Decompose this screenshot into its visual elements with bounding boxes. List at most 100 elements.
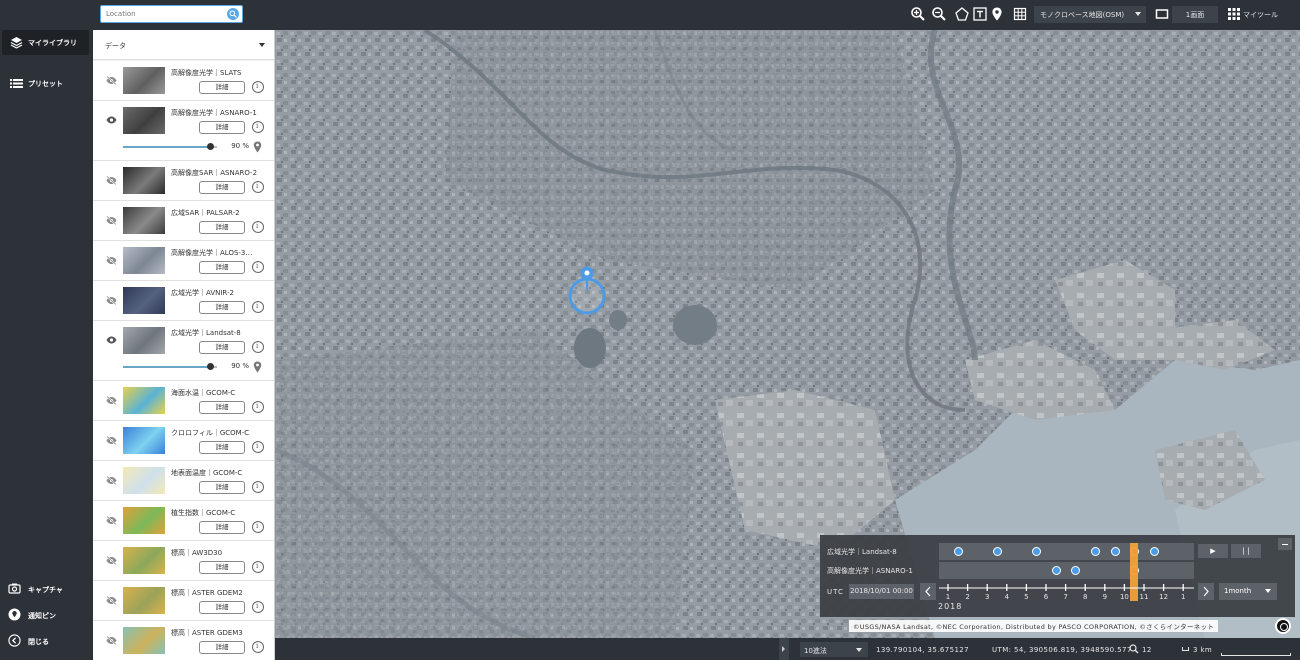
location-pin-icon[interactable] [253,141,262,155]
coordinate-format-select[interactable]: 10進法 [800,642,868,657]
visibility-off-icon[interactable] [106,215,117,227]
timeline-track[interactable] [939,562,1194,579]
dataset-row[interactable]: 地表面温度｜GCOM-C 詳細 [93,461,274,501]
timeline-axis[interactable]: 1 2 3 4 5 6 7 8 9 10 11 12 1 [939,583,1194,601]
detail-button[interactable]: 詳細 [199,481,245,494]
dataset-row[interactable]: 植生指数｜GCOM-C 詳細 [93,501,274,541]
info-icon[interactable] [252,121,264,133]
acquisition-marker[interactable] [1111,547,1120,556]
visibility-off-icon[interactable] [106,395,117,407]
info-icon[interactable] [252,561,264,573]
datetime-field[interactable]: 2018/10/01 00:00 [849,584,914,599]
timeline-track[interactable] [939,543,1194,560]
data-dropdown[interactable]: データ [93,30,274,60]
detail-button[interactable]: 詳細 [199,601,245,614]
acquisition-marker[interactable] [1150,547,1159,556]
acquisition-marker[interactable] [954,547,963,556]
visibility-on-icon[interactable] [106,116,117,126]
dataset-row[interactable]: 高解像度光学｜ALOS-3… 詳細 [93,241,274,281]
opacity-slider[interactable] [123,143,217,150]
visibility-off-icon[interactable] [106,295,117,307]
detail-button[interactable]: 詳細 [199,561,245,574]
single-screen-icon[interactable] [1154,6,1170,22]
info-icon[interactable] [252,81,264,93]
detail-button[interactable]: 詳細 [199,521,245,534]
time-range-select[interactable]: 1month [1219,583,1277,600]
visibility-off-icon[interactable] [106,475,117,487]
acquisition-marker[interactable] [1071,566,1080,575]
visibility-off-icon[interactable] [106,595,117,607]
nav-my-library[interactable]: マイライブラリ [2,30,89,55]
detail-button[interactable]: 詳細 [199,221,245,234]
info-icon[interactable] [252,341,264,353]
dataset-row[interactable]: 広域光学｜AVNIR-2 詳細 [93,281,274,321]
info-icon[interactable] [252,261,264,273]
acquisition-marker[interactable] [1091,547,1100,556]
detail-button[interactable]: 詳細 [199,341,245,354]
dataset-row[interactable]: 広域光学｜Landsat-8 詳細 90 % [93,321,274,381]
detail-button[interactable]: 詳細 [199,401,245,414]
info-icon[interactable] [252,601,264,613]
play-button[interactable]: ▶ [1198,544,1228,558]
info-icon[interactable] [252,221,264,233]
polygon-draw-icon[interactable] [954,6,970,22]
dataset-row[interactable]: 高解像度SAR｜ASNARO-2 詳細 [93,161,274,201]
slider-handle[interactable] [207,143,214,150]
nav-preset[interactable]: プリセット [2,71,89,96]
mytools-menu[interactable]: マイツール [1243,10,1278,20]
notification-pin-icon [8,608,21,623]
timeline-prev-button[interactable] [920,583,936,600]
zoom-in-icon[interactable] [910,6,926,22]
dataset-row[interactable]: クロロフィル｜GCOM-C 詳細 [93,421,274,461]
basemap-select[interactable]: モノクロベース地図(OSM) [1034,6,1146,23]
opacity-slider[interactable] [123,363,217,370]
text-tool-icon[interactable] [972,6,988,22]
info-icon[interactable] [252,481,264,493]
search-icon[interactable] [227,8,239,20]
dataset-name: 高解像度光学｜ASNARO-1 [171,109,257,117]
info-icon[interactable] [252,181,264,193]
detail-button[interactable]: 詳細 [199,261,245,274]
zoom-out-icon[interactable] [931,6,947,22]
visibility-off-icon[interactable] [106,75,117,87]
detail-button[interactable]: 詳細 [199,81,245,94]
pause-button[interactable]: | | [1231,544,1261,558]
visibility-off-icon[interactable] [106,255,117,267]
info-icon[interactable] [252,441,264,453]
detail-button[interactable]: 詳細 [199,441,245,454]
statusbar-toggle-button[interactable] [779,638,789,660]
visibility-off-icon[interactable] [106,555,117,567]
search-input[interactable] [106,8,226,20]
visibility-off-icon[interactable] [106,515,117,527]
grid-icon[interactable] [1012,6,1028,22]
visibility-off-icon[interactable] [106,635,117,647]
dataset-row[interactable]: 広域SAR｜PALSAR-2 詳細 [93,201,274,241]
visibility-off-icon[interactable] [106,175,117,187]
visibility-off-icon[interactable] [106,435,117,447]
visibility-on-icon[interactable] [106,336,117,346]
info-icon[interactable] [252,301,264,313]
dataset-row[interactable]: 高解像度光学｜SLATS 詳細 [93,61,274,101]
acquisition-marker[interactable] [993,547,1002,556]
location-pin-icon[interactable] [253,361,262,375]
info-icon[interactable] [252,401,264,413]
map-pin-icon[interactable] [989,6,1005,22]
apps-grid-icon[interactable] [1226,6,1242,22]
location-search[interactable] [100,5,243,23]
detail-button[interactable]: 詳細 [199,181,245,194]
dataset-row[interactable]: 標高｜AW3D30 詳細 [93,541,274,581]
detail-button[interactable]: 詳細 [199,641,245,654]
dataset-row[interactable]: 高解像度光学｜ASNARO-1 詳細 90 % [93,101,274,161]
layout-select[interactable]: 1画面 [1172,6,1218,23]
detail-button[interactable]: 詳細 [199,121,245,134]
info-icon[interactable] [252,641,264,653]
timeline-next-button[interactable] [1198,583,1214,600]
dataset-row[interactable]: 海面水温｜GCOM-C 詳細 [93,381,274,421]
acquisition-marker[interactable] [1032,547,1041,556]
acquisition-marker[interactable] [1052,566,1061,575]
dataset-row[interactable]: 標高｜ASTER GDEM2 詳細 [93,581,274,621]
info-icon[interactable] [252,521,264,533]
detail-button[interactable]: 詳細 [199,301,245,314]
slider-handle[interactable] [207,363,214,370]
dataset-row[interactable]: 標高｜ASTER GDEM3 詳細 [93,621,274,660]
